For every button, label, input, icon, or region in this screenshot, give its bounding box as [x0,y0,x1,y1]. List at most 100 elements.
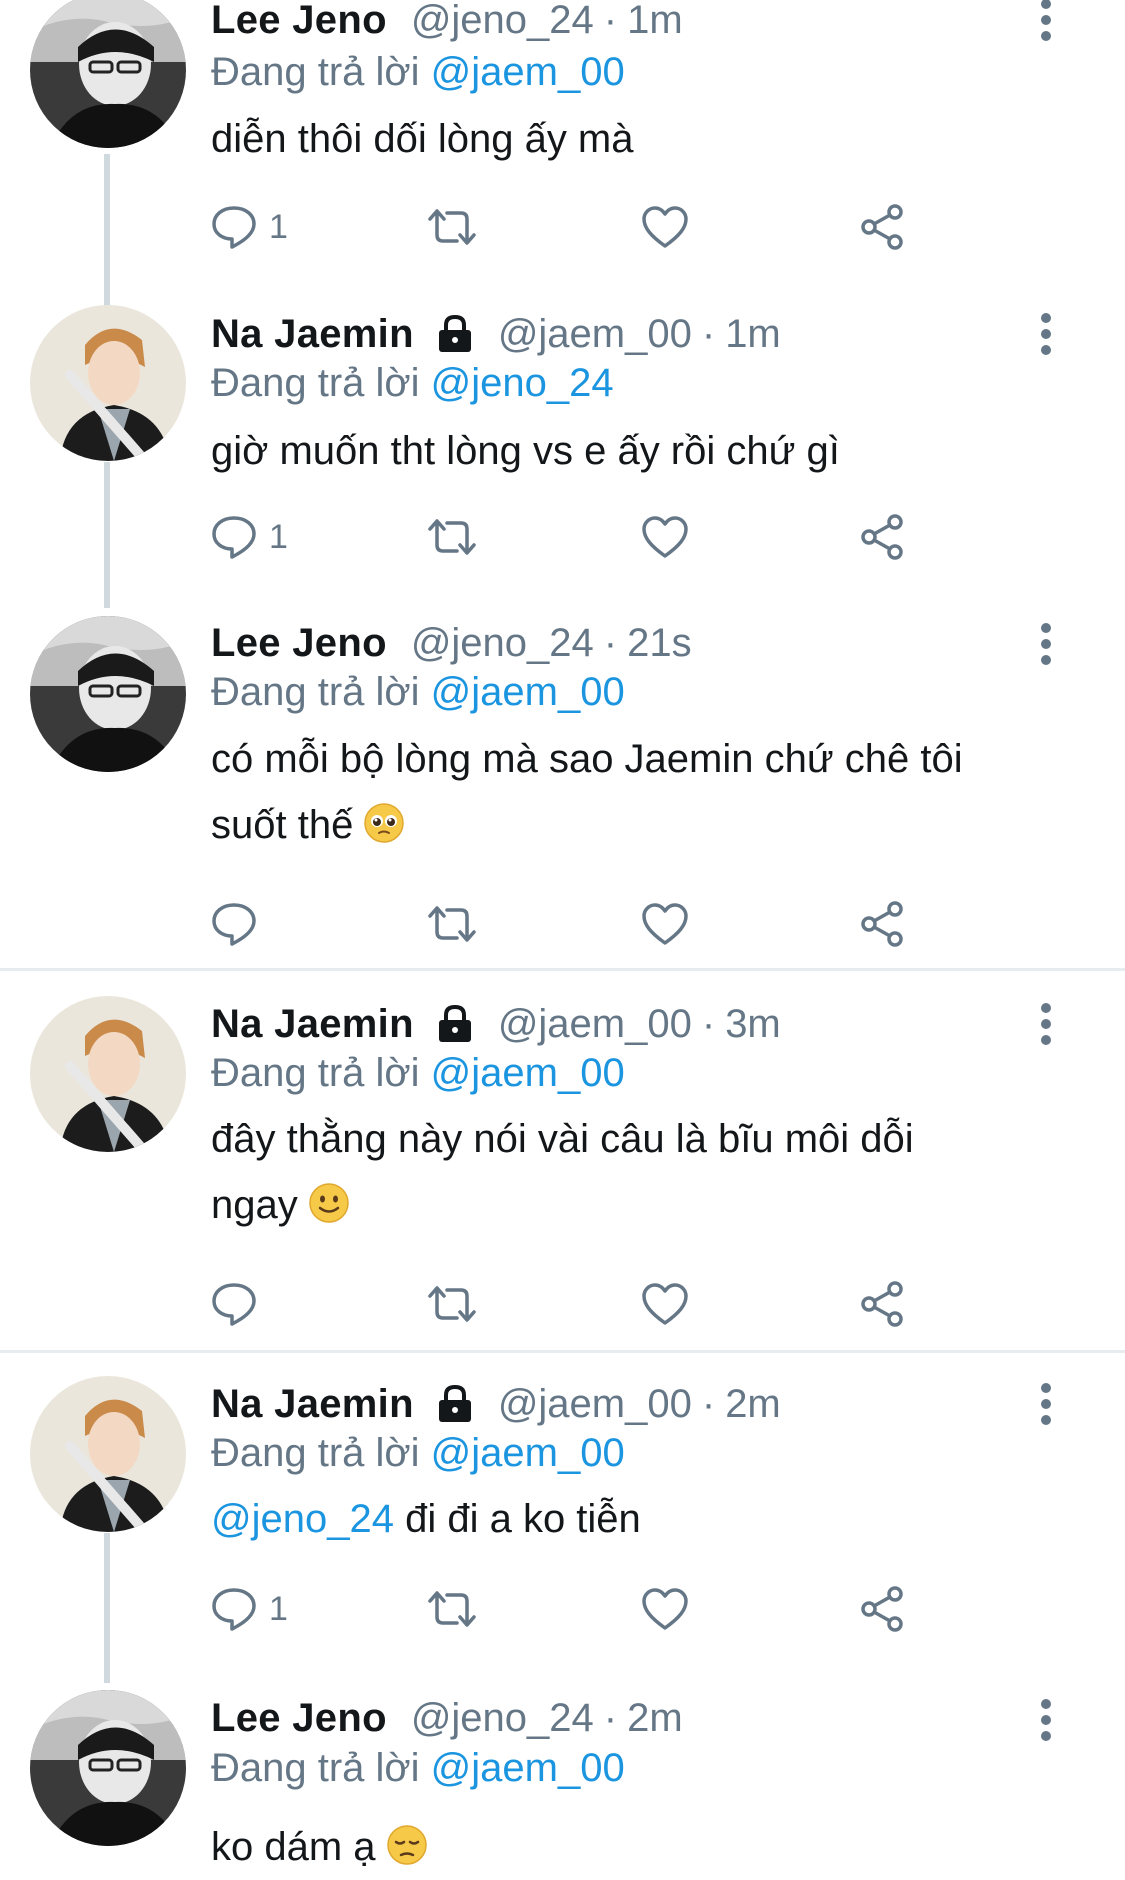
heart-icon [642,903,688,945]
share-button[interactable] [859,1584,907,1634]
reply-button[interactable]: 1 [211,512,288,562]
display-name[interactable]: Lee Jeno [211,0,387,43]
reply-button[interactable]: 1 [211,202,288,252]
display-name[interactable]: Na Jaemin [211,1382,414,1427]
replying-label: Đang trả lời [211,50,420,94]
thread-line [104,462,110,608]
replying-label: Đang trả lời [211,361,420,405]
tweet-actions: 1 [211,512,971,562]
replying-to: Đang trả lời @jaem_00 [211,670,625,715]
avatar[interactable] [30,305,186,461]
timestamp[interactable]: 2m [725,1382,781,1427]
tweet-header: Lee Jeno @jeno_24 · 1m [211,0,683,46]
lock-icon [438,1384,471,1422]
display-name[interactable]: Lee Jeno [211,621,387,666]
tweet-actions: 1 [211,202,971,252]
like-button[interactable] [641,202,689,252]
share-button[interactable] [859,512,907,562]
timestamp[interactable]: 1m [725,312,781,357]
replying-mention-link[interactable]: @jeno_24 [431,361,614,405]
more-vertical-icon [1041,1383,1051,1425]
retweet-button[interactable] [426,899,478,949]
display-name[interactable]: Na Jaemin [211,1002,414,1047]
like-button[interactable] [641,1584,689,1634]
tweet-text-line-2: suốt thế [211,792,1071,858]
more-options-button[interactable] [1036,622,1056,666]
replying-mention-link[interactable]: @jaem_00 [431,1051,625,1095]
more-options-button[interactable] [1036,312,1056,356]
separator: · [701,1001,716,1046]
more-options-button[interactable] [1036,1382,1056,1426]
tweet-text-line: diễn thôi dối lòng ấy mà [211,117,634,161]
timestamp[interactable]: 3m [725,1002,781,1047]
more-vertical-icon [1041,1699,1051,1741]
reply-icon [212,206,256,249]
reply-button[interactable]: 1 [211,1584,288,1634]
reply-button[interactable] [211,899,269,949]
share-button[interactable] [859,202,907,252]
retweet-icon [428,1286,476,1322]
replying-mention-link[interactable]: @jaem_00 [431,670,625,714]
user-handle[interactable]: @jaem_00 [498,1002,692,1047]
like-button[interactable] [641,1279,689,1329]
more-options-button[interactable] [1036,0,1056,42]
separator: · [701,311,716,356]
replying-to: Đang trả lời @jeno_24 [211,361,614,406]
retweet-icon [428,519,476,555]
tweet-text-line: đi đi a ko tiễn [405,1497,641,1541]
share-button[interactable] [859,1279,907,1329]
retweet-icon [428,1591,476,1627]
avatar[interactable] [30,1376,186,1532]
share-button[interactable] [859,899,907,949]
retweet-button[interactable] [426,1584,478,1634]
user-handle[interactable]: @jeno_24 [411,0,594,43]
tweet-header: Na Jaemin @jaem_00 · 3m [211,998,781,1050]
timestamp[interactable]: 2m [627,1696,683,1741]
user-handle[interactable]: @jaem_00 [498,312,692,357]
display-name[interactable]: Na Jaemin [211,312,414,357]
user-handle[interactable]: @jaem_00 [498,1382,692,1427]
timestamp[interactable]: 21s [627,621,692,666]
user-handle[interactable]: @jeno_24 [411,621,594,666]
replying-mention-link[interactable]: @jaem_00 [431,50,625,94]
tweet-text-cont: ngay [211,1183,298,1227]
tweet-text: diễn thôi dối lòng ấy mà [211,106,1071,172]
avatar[interactable] [30,0,186,148]
more-vertical-icon [1041,313,1051,355]
like-button[interactable] [641,899,689,949]
replying-label: Đang trả lời [211,1746,420,1790]
user-handle[interactable]: @jeno_24 [411,1696,594,1741]
tweet-actions [211,1279,971,1329]
more-options-button[interactable] [1036,1002,1056,1046]
timestamp[interactable]: 1m [627,0,683,43]
tweet-text-line: giờ muốn tht lòng vs e ấy rồi chứ gì [211,429,840,473]
retweet-button[interactable] [426,512,478,562]
replying-mention-link[interactable]: @jaem_00 [431,1431,625,1475]
reply-count: 1 [269,1589,288,1628]
like-button[interactable] [641,512,689,562]
retweet-button[interactable] [426,1279,478,1329]
retweet-icon [428,209,476,245]
pleading-face-emoji [364,803,405,843]
avatar[interactable] [30,1690,186,1846]
mention-link[interactable]: @jeno_24 [211,1497,394,1541]
share-icon [861,204,903,250]
replying-mention-link[interactable]: @jaem_00 [431,1746,625,1790]
replying-label: Đang trả lời [211,670,420,714]
tweet-text: ko dám ạ [211,1814,1071,1880]
avatar[interactable] [30,996,186,1152]
lock-icon [438,314,471,352]
avatar[interactable] [30,616,186,772]
retweet-button[interactable] [426,202,478,252]
reply-icon [212,1588,256,1631]
display-name[interactable]: Lee Jeno [211,1696,387,1741]
thread-line [104,154,110,309]
reply-button[interactable] [211,1279,269,1329]
lock-icon [438,1004,471,1042]
more-options-button[interactable] [1036,1698,1056,1742]
tweet-text: có mỗi bộ lòng mà sao Jaemin chứ chê tôi… [211,726,1071,858]
replying-label: Đang trả lời [211,1431,420,1475]
slightly-smiling-face-emoji [309,1183,349,1223]
replying-to: Đang trả lời @jaem_00 [211,1431,625,1476]
more-vertical-icon [1041,0,1051,41]
